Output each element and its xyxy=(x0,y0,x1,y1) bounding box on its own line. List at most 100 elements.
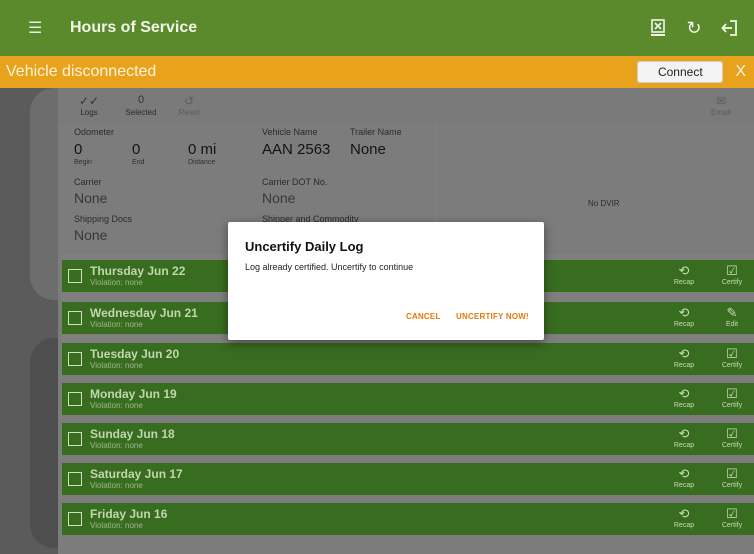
row-checkbox[interactable] xyxy=(68,512,82,526)
selected-label: Selected xyxy=(125,108,157,117)
recap-label: Recap xyxy=(673,482,695,489)
violation-status: Violation: none xyxy=(90,278,143,287)
row-text: Tuesday Jun 20 Violation: none xyxy=(90,348,179,371)
reset-label: Reset xyxy=(178,108,200,117)
hamburger-icon[interactable]: ☰ xyxy=(28,18,52,38)
certify-icon: ☑ xyxy=(726,506,738,521)
history-icon: ⟲ xyxy=(678,506,690,521)
recap-button[interactable]: ⟲ Recap xyxy=(664,506,704,529)
certify-icon: ☑ xyxy=(726,426,738,441)
recap-button[interactable]: ⟲ Recap xyxy=(664,346,704,369)
log-date: Saturday Jun 17 xyxy=(90,467,183,481)
row-checkbox[interactable] xyxy=(68,311,82,325)
selected-count: 0 Selected xyxy=(124,94,158,117)
odometer-distance: 0 mi xyxy=(188,141,217,158)
row-text: Saturday Jun 17 Violation: none xyxy=(90,467,183,491)
certify-button[interactable]: ☑ Certify xyxy=(712,386,752,409)
row-checkbox[interactable] xyxy=(68,472,82,486)
banner-message: Vehicle disconnected xyxy=(6,63,157,80)
action-label: Certify xyxy=(721,482,743,489)
recap-label: Recap xyxy=(673,279,695,286)
log-row[interactable]: Saturday Jun 17 Violation: none ⟲ Recap ☑ Cer… xyxy=(62,463,754,495)
row-checkbox[interactable] xyxy=(68,352,82,366)
history-icon: ⟲ xyxy=(678,386,690,401)
row-text: Thursday Jun 22 Violation: none xyxy=(90,265,185,288)
row-text: Friday Jun 16 Violation: none xyxy=(90,507,168,531)
dialog-title: Uncertify Daily Log xyxy=(245,239,364,254)
certify-icon: ☑ xyxy=(726,263,738,278)
shipping-docs-value: None xyxy=(74,227,108,243)
recap-button[interactable]: ⟲ Recap xyxy=(664,426,704,449)
row-checkbox[interactable] xyxy=(68,392,82,406)
email-button[interactable]: ✉ Email xyxy=(708,94,734,117)
logs-label: Logs xyxy=(80,108,98,117)
carrier-value: None xyxy=(74,190,108,206)
dvir-status: No DVIR xyxy=(588,199,620,208)
log-date: Friday Jun 16 xyxy=(90,507,168,521)
recap-button[interactable]: ⟲ Recap xyxy=(664,386,704,409)
recap-label: Recap xyxy=(673,362,695,369)
violation-status: Violation: none xyxy=(90,320,143,329)
logout-icon[interactable] xyxy=(712,10,748,46)
log-date: Sunday Jun 18 xyxy=(90,427,175,441)
recap-button[interactable]: ⟲ Recap xyxy=(664,305,704,328)
recap-label: Recap xyxy=(673,402,695,409)
certify-button[interactable]: ☑ Certify xyxy=(712,346,752,369)
uncertify-dialog: Uncertify Daily Log Log already certifie… xyxy=(228,222,544,340)
row-checkbox[interactable] xyxy=(68,269,82,283)
close-banner-button[interactable]: X xyxy=(735,63,746,81)
pencil-icon: ✎ xyxy=(726,305,738,320)
double-check-icon: ✓✓ xyxy=(78,94,100,108)
logs-button[interactable]: ✓✓ Logs xyxy=(76,94,102,117)
distance-label: Distance xyxy=(188,159,216,166)
violation-status: Violation: none xyxy=(90,481,143,490)
history-icon: ⟲ xyxy=(678,263,690,278)
log-row[interactable]: Monday Jun 19 Violation: none ⟲ Recap ☑ Certi… xyxy=(62,383,754,415)
shipping-docs-label: Shipping Docs xyxy=(74,214,133,224)
edit-button[interactable]: ✎ Edit xyxy=(712,305,752,328)
connect-button[interactable]: Connect xyxy=(637,61,724,83)
log-row[interactable]: Tuesday Jun 20 Violation: none ⟲ Recap ☑ Cert… xyxy=(62,343,754,375)
certify-button[interactable]: ☑ Certify xyxy=(712,426,752,449)
violation-status: Violation: none xyxy=(90,521,143,530)
trailer-name-label: Trailer Name xyxy=(350,127,402,137)
recap-label: Recap xyxy=(673,321,695,328)
action-label: Edit xyxy=(725,321,739,328)
certify-icon: ☑ xyxy=(726,346,738,361)
certify-button[interactable]: ☑ Certify xyxy=(712,466,752,489)
trailer-name-value: None xyxy=(350,141,386,158)
selected-count-value: 0 xyxy=(137,94,145,106)
reset-button[interactable]: ↺ Reset xyxy=(176,94,202,117)
certify-icon: ☑ xyxy=(726,386,738,401)
recap-label: Recap xyxy=(673,442,695,449)
odometer-begin: 0 xyxy=(74,141,83,158)
certify-button[interactable]: ☑ Certify xyxy=(712,506,752,529)
violation-status: Violation: none xyxy=(90,401,143,410)
reset-icon: ↺ xyxy=(183,94,195,108)
violation-status: Violation: none xyxy=(90,361,143,370)
vehicle-name-value: AAN 2563 xyxy=(262,141,331,158)
cancel-button[interactable]: CANCEL xyxy=(406,312,441,321)
log-row[interactable]: Sunday Jun 18 Violation: none ⟲ Recap ☑ Certi… xyxy=(62,423,754,455)
recap-label: Recap xyxy=(673,522,695,529)
vehicle-name-label: Vehicle Name xyxy=(262,127,318,137)
recap-button[interactable]: ⟲ Recap xyxy=(664,466,704,489)
certify-button[interactable]: ☑ Certify xyxy=(712,263,752,286)
action-label: Certify xyxy=(721,442,743,449)
end-label: End xyxy=(132,159,145,166)
refresh-icon[interactable]: ↻ xyxy=(676,10,712,46)
odometer-end: 0 xyxy=(132,141,141,158)
logs-toolbar: ✓✓ Logs 0 Selected ↺ Reset ✉ Email xyxy=(58,88,754,124)
log-row[interactable]: Friday Jun 16 Violation: none ⟲ Recap ☑ Certi… xyxy=(62,503,754,535)
row-checkbox[interactable] xyxy=(68,432,82,446)
mail-icon: ✉ xyxy=(715,94,727,108)
history-icon: ⟲ xyxy=(678,466,690,481)
odometer-label: Odometer xyxy=(74,127,115,137)
sync-icon[interactable] xyxy=(640,10,676,46)
uncertify-now-button[interactable]: UNCERTIFY NOW! xyxy=(456,312,529,321)
email-label: Email xyxy=(710,108,731,117)
row-text: Wednesday Jun 21 Violation: none xyxy=(90,307,198,330)
page-title: Hours of Service xyxy=(70,19,198,36)
action-label: Certify xyxy=(721,362,743,369)
recap-button[interactable]: ⟲ Recap xyxy=(664,263,704,286)
